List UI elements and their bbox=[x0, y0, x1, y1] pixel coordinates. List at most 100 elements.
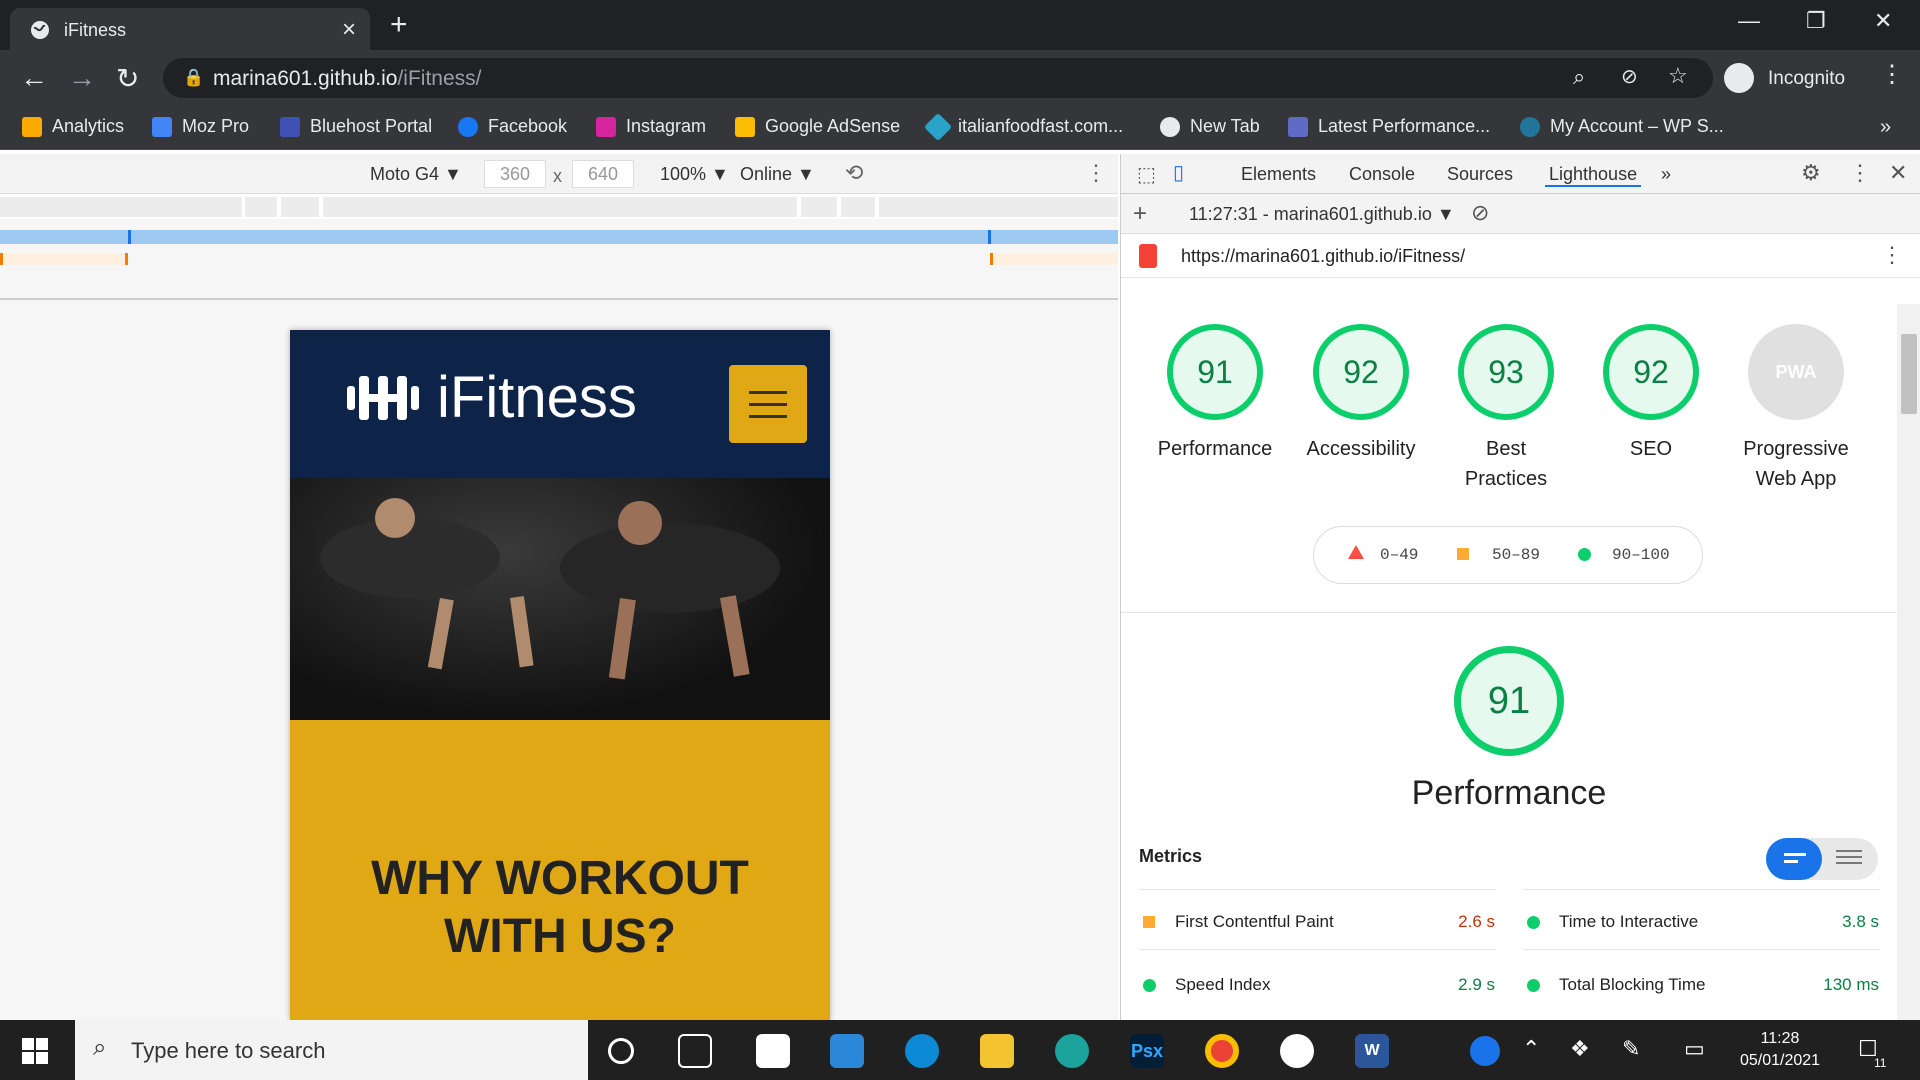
media-segment[interactable] bbox=[281, 197, 319, 217]
forward-icon[interactable]: → bbox=[68, 62, 96, 94]
breakpoint-bar[interactable] bbox=[990, 253, 1118, 265]
close-devtools-icon[interactable]: ✕ bbox=[1889, 160, 1907, 186]
more-bookmarks-icon[interactable]: » bbox=[1880, 116, 1891, 139]
task-view-icon[interactable] bbox=[678, 1034, 712, 1068]
settings-gear-icon[interactable]: ⚙ bbox=[1801, 160, 1821, 186]
bookmark-new-tab[interactable]: New Tab bbox=[1160, 116, 1260, 137]
bookmark-italianfoodfast[interactable]: italianfoodfast.com... bbox=[923, 112, 1123, 141]
clear-reports-icon[interactable]: ⊘ bbox=[1471, 200, 1489, 226]
photoshop-app-icon[interactable]: Psx bbox=[1130, 1034, 1164, 1068]
cortana-icon[interactable] bbox=[608, 1038, 634, 1064]
mail-app-icon[interactable] bbox=[830, 1034, 864, 1068]
pass-circle-icon bbox=[1578, 548, 1591, 561]
bookmark-bluehost[interactable]: Bluehost Portal bbox=[280, 116, 432, 137]
media-segment[interactable] bbox=[323, 197, 797, 217]
word-app-icon[interactable]: W bbox=[1355, 1034, 1389, 1068]
hamburger-menu-button[interactable] bbox=[729, 365, 807, 443]
new-report-plus-icon[interactable]: + bbox=[1133, 200, 1147, 228]
reload-icon[interactable]: ↻ bbox=[116, 62, 139, 95]
restore-icon[interactable]: ❐ bbox=[1806, 8, 1826, 34]
incognito-indicator[interactable]: Incognito bbox=[1720, 56, 1850, 100]
tab-sources[interactable]: Sources bbox=[1447, 164, 1513, 185]
media-segment[interactable] bbox=[801, 197, 837, 217]
menu-kebab-icon[interactable]: ⋮ bbox=[1880, 60, 1904, 89]
scrollbar-thumb[interactable] bbox=[1901, 334, 1917, 414]
back-icon[interactable]: ← bbox=[20, 62, 48, 94]
windows-start-icon[interactable] bbox=[22, 1038, 48, 1064]
minimize-icon[interactable]: — bbox=[1738, 8, 1760, 34]
tab-lighthouse[interactable]: Lighthouse bbox=[1545, 164, 1642, 187]
gauge-best-practices[interactable]: 93 Best Practices bbox=[1436, 324, 1576, 494]
pen-icon[interactable]: ✎ bbox=[1622, 1036, 1640, 1062]
bookmark-analytics[interactable]: Analytics bbox=[22, 116, 124, 137]
zoom-select[interactable]: 100% ▼ bbox=[660, 164, 729, 185]
more-tabs-icon[interactable]: » bbox=[1661, 164, 1671, 185]
heading-line: WITH US? bbox=[444, 910, 676, 963]
media-segment[interactable] bbox=[245, 197, 277, 217]
gauge-accessibility[interactable]: 92 Accessibility bbox=[1291, 324, 1431, 464]
device-menu-kebab-icon[interactable]: ⋮ bbox=[1085, 160, 1107, 186]
analytics-icon bbox=[22, 116, 42, 137]
globe-icon bbox=[31, 21, 49, 39]
address-bar[interactable]: 🔒 marina601.github.io/iFitness/ ⌕ ⊘ ☆ bbox=[163, 58, 1713, 98]
media-segment[interactable] bbox=[879, 197, 1118, 217]
edge-app-icon[interactable] bbox=[905, 1034, 939, 1068]
bookmark-moz-pro[interactable]: Moz Pro bbox=[152, 116, 249, 137]
help-icon[interactable] bbox=[1470, 1036, 1500, 1066]
bookmark-wp-account[interactable]: My Account – WP S... bbox=[1520, 116, 1724, 137]
media-segment[interactable] bbox=[841, 197, 875, 217]
facebook-icon bbox=[458, 116, 478, 137]
chrome-app-icon[interactable] bbox=[1205, 1034, 1239, 1068]
zoom-icon[interactable]: ⌕ bbox=[1573, 64, 1585, 90]
pass-circle-icon bbox=[1527, 916, 1540, 929]
dropbox-tray-icon[interactable]: ❖ bbox=[1570, 1036, 1590, 1062]
report-url[interactable]: https://marina601.github.io/iFitness/ bbox=[1181, 246, 1465, 267]
slack-app-icon[interactable] bbox=[1280, 1034, 1314, 1068]
close-window-icon[interactable]: ✕ bbox=[1874, 8, 1892, 34]
system-clock[interactable]: 11:28 05/01/2021 bbox=[1735, 1028, 1825, 1072]
close-tab-icon[interactable]: × bbox=[342, 16, 356, 44]
bookmark-adsense[interactable]: Google AdSense bbox=[735, 116, 900, 137]
tab-elements[interactable]: Elements bbox=[1241, 164, 1316, 185]
taskbar-search[interactable]: ⌕ Type here to search bbox=[75, 1020, 588, 1080]
infinity-app-icon[interactable] bbox=[1055, 1034, 1089, 1068]
score-legend: 0–49 50–89 90–100 bbox=[1313, 526, 1703, 584]
report-menu-kebab-icon[interactable]: ⋮ bbox=[1881, 242, 1903, 268]
devtools-menu-kebab-icon[interactable]: ⋮ bbox=[1849, 160, 1871, 186]
chevron-up-icon[interactable]: ⌃ bbox=[1522, 1036, 1540, 1062]
breakpoint-bar[interactable] bbox=[0, 253, 128, 265]
site-logo[interactable]: iFitness bbox=[345, 364, 637, 431]
device-toggle-icon[interactable]: ▯ bbox=[1173, 160, 1184, 185]
tab-console[interactable]: Console bbox=[1349, 164, 1415, 185]
mobile-page-preview[interactable]: iFitness WHY WORKOUT WITH US? bbox=[290, 330, 830, 1020]
toggle-compact-icon[interactable] bbox=[1766, 838, 1822, 880]
width-ruler-bar[interactable] bbox=[0, 230, 1118, 244]
bookmark-latest-performance[interactable]: Latest Performance... bbox=[1288, 116, 1490, 137]
gauge-seo[interactable]: 92 SEO bbox=[1581, 324, 1721, 464]
media-segment[interactable] bbox=[0, 197, 242, 217]
inspect-element-icon[interactable]: ⬚ bbox=[1137, 162, 1156, 187]
bookmark-instagram[interactable]: Instagram bbox=[596, 116, 706, 137]
device-select[interactable]: Moto G4 ▼ bbox=[370, 164, 462, 185]
bookmark-facebook[interactable]: Facebook bbox=[458, 116, 567, 137]
width-input[interactable]: 360 bbox=[484, 160, 546, 188]
report-scrollbar[interactable] bbox=[1897, 304, 1920, 1020]
report-selector[interactable]: 11:27:31 - marina601.github.io ▼ bbox=[1189, 204, 1455, 225]
height-input[interactable]: 640 bbox=[572, 160, 634, 188]
why-section: WHY WORKOUT WITH US? bbox=[290, 720, 830, 1020]
keyboard-icon[interactable]: ▭ bbox=[1684, 1036, 1705, 1062]
browser-tab[interactable]: iFitness × bbox=[10, 8, 370, 50]
gauge-performance[interactable]: 91 Performance bbox=[1145, 324, 1285, 464]
star-icon[interactable]: ☆ bbox=[1668, 63, 1688, 89]
eye-off-icon[interactable]: ⊘ bbox=[1621, 64, 1638, 89]
new-tab-icon[interactable]: + bbox=[390, 8, 408, 42]
report-url-bar: https://marina601.github.io/iFitness/ ⋮ bbox=[1121, 234, 1920, 278]
gauge-pwa[interactable]: PWA Progressive Web App bbox=[1726, 324, 1866, 494]
rotate-icon[interactable]: ⟲ bbox=[845, 160, 863, 186]
network-select[interactable]: Online ▼ bbox=[740, 164, 815, 185]
incognito-icon bbox=[1724, 63, 1754, 93]
file-explorer-icon[interactable] bbox=[980, 1034, 1014, 1068]
metrics-view-toggle[interactable] bbox=[1766, 838, 1878, 880]
toggle-expanded-icon[interactable] bbox=[1836, 850, 1862, 852]
dropbox-app-icon[interactable] bbox=[756, 1034, 790, 1068]
